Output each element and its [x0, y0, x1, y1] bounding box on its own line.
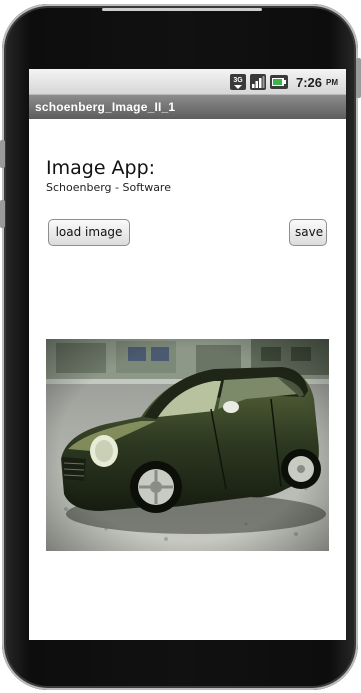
device-screen: 3G 7:26 PM schoenberg_Image_II_1 Image A…	[29, 69, 346, 640]
load-image-button[interactable]: load image	[48, 219, 130, 246]
volume-up-button	[0, 140, 5, 168]
status-icons: 3G 7:26 PM	[229, 73, 338, 91]
status-bar: 3G 7:26 PM	[29, 69, 346, 95]
battery-icon	[269, 75, 288, 89]
network-3g-icon: 3G	[229, 74, 246, 90]
page-heading: Image App:	[46, 157, 156, 179]
app-title: schoenberg_Image_II_1	[35, 100, 176, 114]
car-photo	[46, 339, 329, 551]
app-title-bar: schoenberg_Image_II_1	[29, 95, 346, 119]
signal-strength-icon	[249, 74, 266, 90]
car-image	[46, 339, 329, 551]
page-subheading: Schoenberg - Software	[46, 181, 171, 194]
save-button[interactable]: save	[289, 219, 327, 246]
status-time: 7:26	[295, 74, 322, 90]
status-ampm: PM	[326, 77, 338, 87]
network-label: 3G	[233, 77, 243, 84]
volume-down-button	[0, 200, 5, 228]
power-button	[356, 58, 361, 98]
phone-top-edge	[102, 8, 262, 11]
